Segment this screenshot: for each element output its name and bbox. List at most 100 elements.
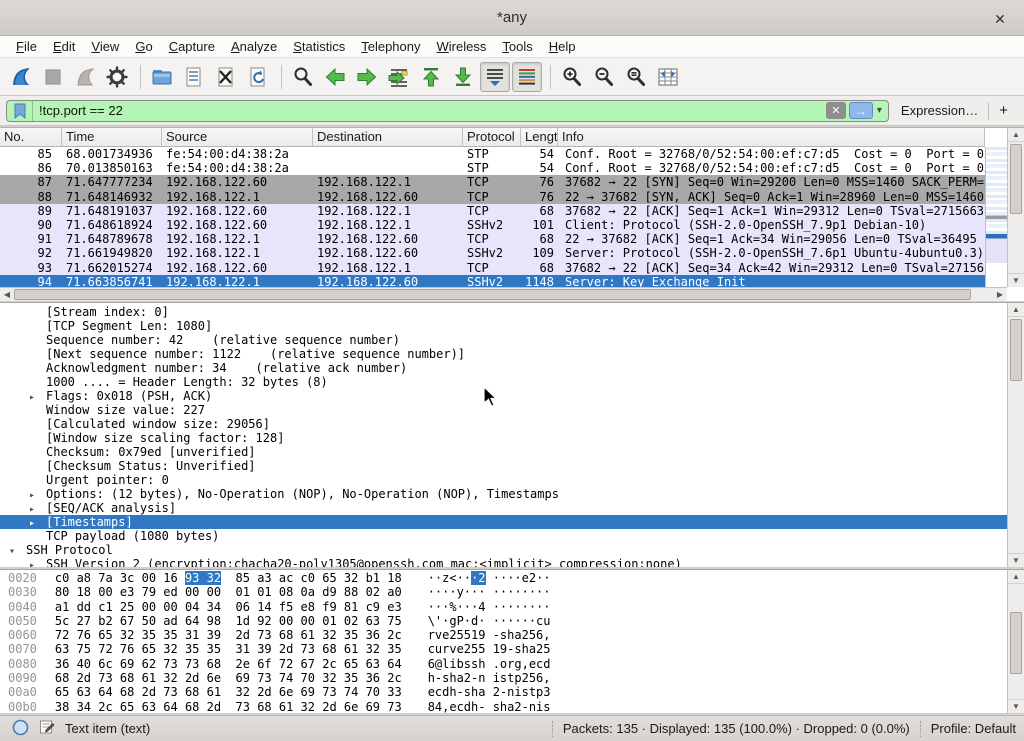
menu-telephony[interactable]: Telephony (353, 37, 428, 56)
filter-apply-button[interactable]: → (849, 102, 873, 119)
scroll-up-arrow-icon[interactable]: ▲ (1008, 570, 1024, 584)
zoom-in-button[interactable] (557, 62, 587, 92)
packet-row[interactable]: 9071.648618924192.168.122.60192.168.122.… (0, 218, 985, 232)
hex-row[interactable]: 003080 18 00 e3 79 ed 00 00 01 01 08 0a … (0, 585, 1007, 599)
go-forward-button[interactable] (352, 62, 382, 92)
hex-row[interactable]: 0040a1 dd c1 25 00 00 04 34 06 14 f5 e8 … (0, 600, 1007, 614)
save-file-button[interactable] (179, 62, 209, 92)
hex-row[interactable]: 00505c 27 b2 67 50 ad 64 98 1d 92 00 00 … (0, 614, 1007, 628)
packet-row[interactable]: 8771.647777234192.168.122.60192.168.122.… (0, 175, 985, 189)
resize-columns-button[interactable] (653, 62, 683, 92)
detail-line[interactable]: [Next sequence number: 1122 (relative se… (0, 347, 1007, 361)
capture-comment-icon[interactable] (39, 719, 55, 738)
packet-list-horizontal-scrollbar[interactable]: ◀ ▶ (0, 287, 1007, 301)
menu-go[interactable]: Go (127, 37, 160, 56)
detail-line[interactable]: 1000 .... = Header Length: 32 bytes (8) (0, 375, 1007, 389)
detail-line[interactable]: [Stream index: 0] (0, 305, 1007, 319)
scroll-down-arrow-icon[interactable]: ▼ (1008, 553, 1024, 567)
expander-icon[interactable]: ▾ (9, 545, 26, 559)
detail-line[interactable]: Sequence number: 42 (relative sequence n… (0, 333, 1007, 347)
hex-row[interactable]: 007063 75 72 76 65 32 35 35 31 39 2d 73 … (0, 642, 1007, 656)
detail-line[interactable]: TCP payload (1080 bytes) (0, 529, 1007, 543)
scrollbar-thumb[interactable] (1010, 319, 1022, 381)
detail-line-seq-ack[interactable]: ▸[SEQ/ACK analysis] (0, 501, 1007, 515)
close-file-button[interactable] (211, 62, 241, 92)
scroll-right-arrow-icon[interactable]: ▶ (993, 288, 1007, 301)
detail-line[interactable]: Urgent pointer: 0 (0, 473, 1007, 487)
detail-line[interactable]: Checksum: 0x79ed [unverified] (0, 445, 1007, 459)
column-header-no[interactable]: No. (0, 128, 62, 146)
reload-file-button[interactable] (243, 62, 273, 92)
add-filter-button[interactable]: + (989, 102, 1018, 119)
column-header-length[interactable]: Length (521, 128, 558, 146)
expert-info-icon[interactable] (12, 719, 29, 739)
filter-dropdown-caret-icon[interactable]: ▾ (877, 105, 882, 116)
expander-icon[interactable]: ▸ (29, 559, 46, 567)
hex-row[interactable]: 00b038 34 2c 65 63 64 68 2d 73 68 61 32 … (0, 700, 1007, 713)
column-header-destination[interactable]: Destination (313, 128, 463, 146)
detail-line-options[interactable]: ▸Options: (12 bytes), No-Operation (NOP)… (0, 487, 1007, 501)
open-file-button[interactable] (147, 62, 177, 92)
column-header-source[interactable]: Source (162, 128, 313, 146)
packet-row[interactable]: 8670.013850163fe:54:00:d4:38:2aSTP54Conf… (0, 161, 985, 175)
zoom-out-button[interactable] (589, 62, 619, 92)
go-first-button[interactable] (416, 62, 446, 92)
go-back-button[interactable] (320, 62, 350, 92)
packet-row[interactable]: 8971.648191037192.168.122.60192.168.122.… (0, 204, 985, 218)
detail-line[interactable]: [Calculated window size: 29056] (0, 417, 1007, 431)
scroll-up-arrow-icon[interactable]: ▲ (1008, 303, 1024, 317)
details-vertical-scrollbar[interactable]: ▲ ▼ (1007, 303, 1024, 567)
auto-scroll-button[interactable] (480, 62, 510, 92)
filter-text[interactable]: !tcp.port == 22 (33, 103, 826, 118)
display-filter-input[interactable]: !tcp.port == 22 ✕ → ▾ (6, 100, 889, 122)
packet-minimap-scrollbar[interactable] (985, 147, 1007, 287)
scroll-down-arrow-icon[interactable]: ▼ (1008, 699, 1024, 713)
column-header-protocol[interactable]: Protocol (463, 128, 521, 146)
go-last-button[interactable] (448, 62, 478, 92)
scrollbar-thumb[interactable] (1010, 612, 1022, 674)
filter-bookmark-icon[interactable] (7, 101, 33, 121)
menu-view[interactable]: View (83, 37, 127, 56)
menu-analyze[interactable]: Analyze (223, 37, 285, 56)
scroll-left-arrow-icon[interactable]: ◀ (0, 288, 14, 301)
detail-line-flags[interactable]: ▸Flags: 0x018 (PSH, ACK) (0, 389, 1007, 403)
hex-row[interactable]: 0020c0 a8 7a 3c 00 16 93 32 85 a3 ac c0 … (0, 571, 1007, 585)
menu-help[interactable]: Help (541, 37, 584, 56)
scroll-down-arrow-icon[interactable]: ▼ (1008, 273, 1024, 287)
go-to-packet-button[interactable] (384, 62, 414, 92)
scrollbar-thumb[interactable] (14, 289, 971, 300)
stop-capture-button[interactable] (38, 62, 68, 92)
packet-row-selected[interactable]: 9471.663856741192.168.122.1192.168.122.6… (0, 275, 985, 287)
restart-capture-button[interactable] (70, 62, 100, 92)
expression-button[interactable]: Expression… (901, 103, 978, 118)
packet-list-vertical-scrollbar[interactable]: ▲ ▼ (1007, 128, 1024, 287)
profile-text[interactable]: Profile: Default (931, 721, 1016, 736)
menu-file[interactable]: File (8, 37, 45, 56)
hex-row[interactable]: 009068 2d 73 68 61 32 2d 6e 69 73 74 70 … (0, 671, 1007, 685)
detail-line-timestamps-selected[interactable]: ▸[Timestamps] (0, 515, 1007, 529)
filter-clear-button[interactable]: ✕ (826, 102, 846, 119)
hex-vertical-scrollbar[interactable]: ▲ ▼ (1007, 570, 1024, 713)
find-packet-button[interactable] (288, 62, 318, 92)
scrollbar-thumb[interactable] (1010, 144, 1022, 214)
menu-wireless[interactable]: Wireless (429, 37, 495, 56)
column-header-info[interactable]: Info (558, 128, 985, 146)
detail-line[interactable]: [Window size scaling factor: 128] (0, 431, 1007, 445)
menu-statistics[interactable]: Statistics (285, 37, 353, 56)
detail-line-ssh-version[interactable]: ▸SSH Version 2 (encryption:chacha20-poly… (0, 557, 1007, 567)
close-window-button[interactable]: ✕ (990, 9, 1010, 29)
column-header-time[interactable]: Time (62, 128, 162, 146)
colorize-button[interactable] (512, 62, 542, 92)
packet-row[interactable]: 8871.648146932192.168.122.1192.168.122.6… (0, 190, 985, 204)
start-capture-button[interactable] (6, 62, 36, 92)
hex-row[interactable]: 006072 76 65 32 35 35 31 39 2d 73 68 61 … (0, 628, 1007, 642)
detail-line[interactable]: [TCP Segment Len: 1080] (0, 319, 1007, 333)
packet-row[interactable]: 9171.648789678192.168.122.1192.168.122.6… (0, 232, 985, 246)
detail-line[interactable]: Acknowledgment number: 34 (relative ack … (0, 361, 1007, 375)
hex-row[interactable]: 00a065 63 64 68 2d 73 68 61 32 2d 6e 69 … (0, 685, 1007, 699)
menu-edit[interactable]: Edit (45, 37, 83, 56)
zoom-original-button[interactable] (621, 62, 651, 92)
capture-options-button[interactable] (102, 62, 132, 92)
detail-line[interactable]: [Checksum Status: Unverified] (0, 459, 1007, 473)
menu-tools[interactable]: Tools (494, 37, 540, 56)
